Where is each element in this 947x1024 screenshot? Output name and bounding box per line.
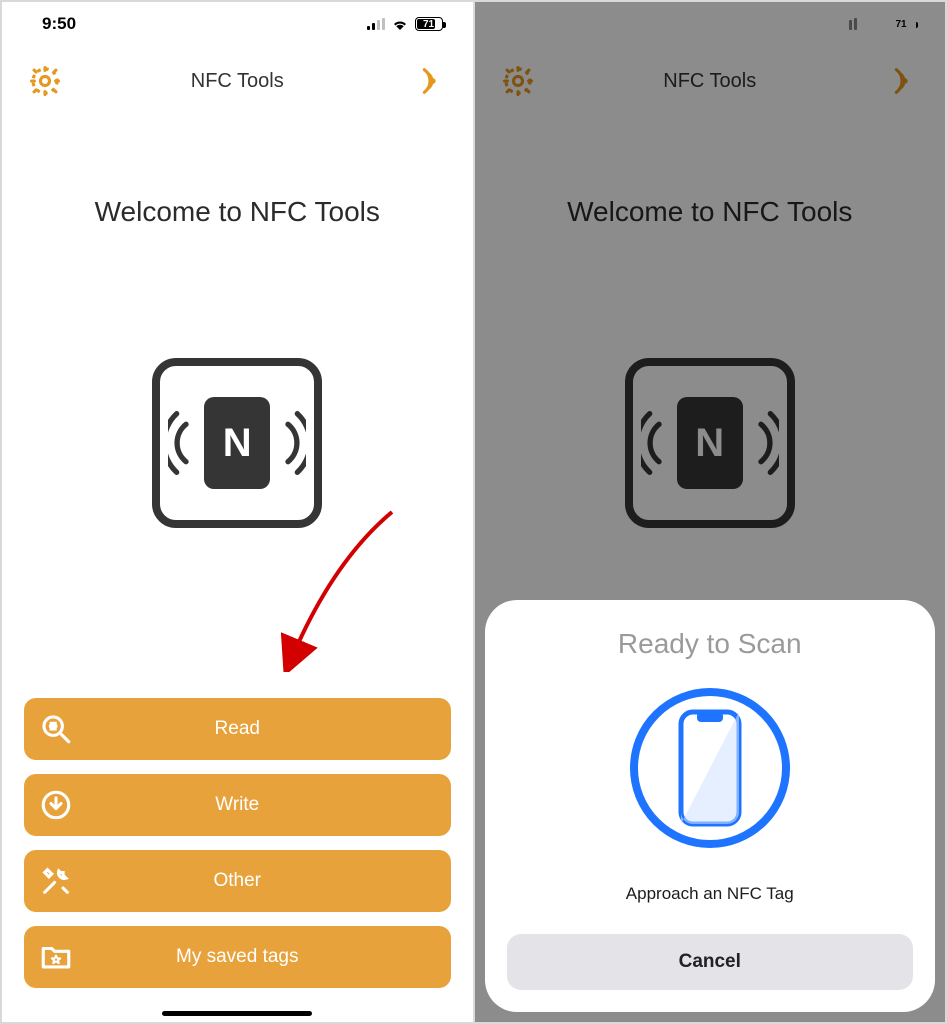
phone-icon <box>675 708 745 828</box>
brand-icon[interactable] <box>413 64 447 98</box>
wave-right-icon <box>278 403 306 483</box>
nfc-scan-sheet: Ready to Scan Approach an NFC Tag Cancel <box>485 600 936 1012</box>
app-header: NFC Tools <box>2 46 473 106</box>
nfc-chip: N <box>204 397 270 489</box>
wifi-icon <box>391 17 409 31</box>
cancel-label: Cancel <box>679 951 741 973</box>
home-indicator[interactable] <box>162 1011 312 1016</box>
status-bar: 9:50 71 <box>2 2 473 46</box>
button-stack: Read Write Other My saved tags <box>2 698 473 1022</box>
write-label: Write <box>24 794 451 816</box>
status-icons: 71 <box>367 17 443 31</box>
settings-icon[interactable] <box>28 64 62 98</box>
cancel-button[interactable]: Cancel <box>507 934 914 990</box>
other-label: Other <box>24 870 451 892</box>
screen-left: 9:50 71 NFC Tools Welcome to NFC Tools <box>2 2 473 1022</box>
screen-right: 9:50 71 NFC Tools Welcome to NFC Tools <box>475 2 946 1022</box>
other-button[interactable]: Other <box>24 850 451 912</box>
welcome-heading: Welcome to NFC Tools <box>2 196 473 228</box>
write-button[interactable]: Write <box>24 774 451 836</box>
status-time: 9:50 <box>42 14 76 34</box>
nfc-logo: N <box>152 358 322 528</box>
saved-tags-button[interactable]: My saved tags <box>24 926 451 988</box>
cellular-icon <box>367 18 385 30</box>
nfc-chip-letter: N <box>223 421 252 466</box>
read-button[interactable]: Read <box>24 698 451 760</box>
battery-pct: 71 <box>423 19 434 30</box>
sheet-message: Approach an NFC Tag <box>626 884 794 904</box>
battery-icon: 71 <box>415 17 443 31</box>
read-label: Read <box>24 718 451 740</box>
app-title: NFC Tools <box>191 70 284 93</box>
saved-label: My saved tags <box>24 946 451 968</box>
scan-circle-icon <box>630 688 790 848</box>
wave-left-icon <box>168 403 196 483</box>
sheet-title: Ready to Scan <box>618 628 802 660</box>
